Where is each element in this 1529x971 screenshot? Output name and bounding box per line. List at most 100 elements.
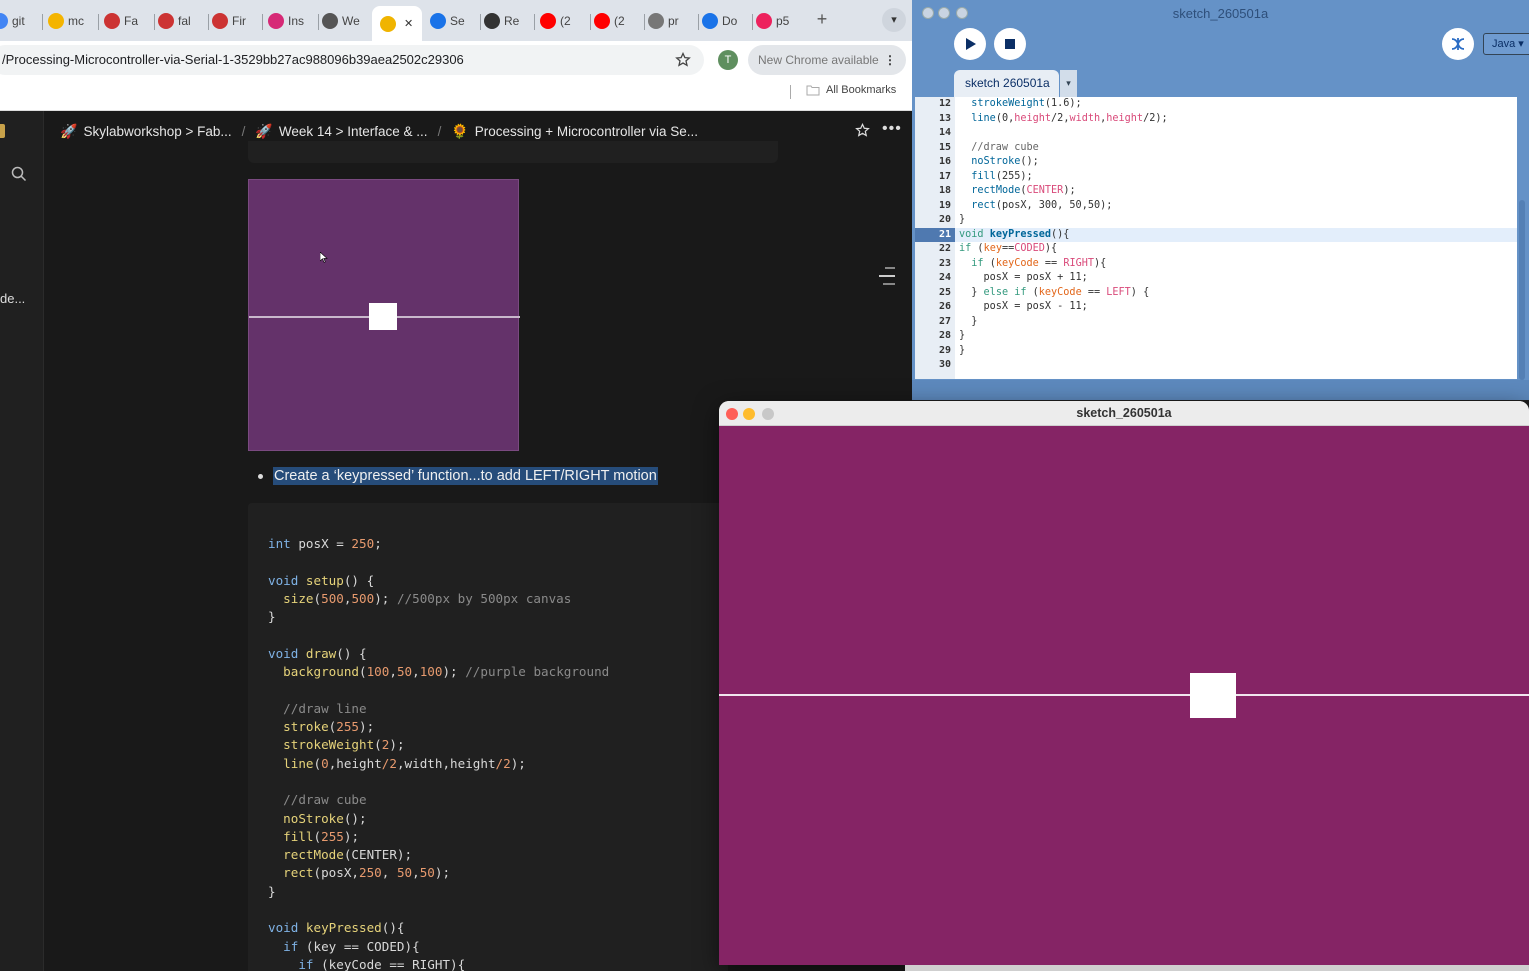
code-token: (keyCode == RIGHT){ bbox=[313, 956, 466, 971]
sidebar-page-snippet[interactable]: de... bbox=[0, 291, 25, 306]
code-line: rectMode(CENTER); bbox=[268, 847, 412, 862]
code-token: ); bbox=[434, 865, 451, 881]
breadcrumb-item[interactable]: 🚀 Week 14 > Interface & ... bbox=[255, 123, 427, 140]
browser-tab[interactable]: git bbox=[0, 8, 36, 34]
editor-code-line: rect(posX, 300, 50,50); bbox=[959, 200, 1112, 211]
table-of-contents-icon[interactable] bbox=[879, 267, 895, 285]
favicon-icon bbox=[322, 13, 338, 29]
tab-sketch[interactable]: sketch 260501a bbox=[954, 70, 1059, 97]
search-icon[interactable] bbox=[11, 166, 27, 182]
breadcrumb-separator: / bbox=[241, 124, 246, 139]
new-tab-button[interactable]: + bbox=[813, 10, 831, 28]
code-token: int bbox=[268, 536, 291, 551]
breadcrumb-item[interactable]: 🚀 Skylabworkshop > Fab... bbox=[60, 123, 232, 140]
tab-divider bbox=[590, 14, 591, 30]
line-number: 17 bbox=[938, 170, 951, 182]
code-line: strokeWeight(2); bbox=[268, 737, 404, 753]
star-icon[interactable] bbox=[675, 52, 691, 68]
code-line: if (key == CODED){ bbox=[268, 939, 420, 954]
editor-token: (); bbox=[1020, 156, 1039, 167]
code-token: 255 bbox=[336, 719, 360, 734]
code-token: setup bbox=[298, 572, 344, 588]
browser-tab[interactable]: Fir bbox=[212, 8, 256, 34]
bullet-text[interactable]: Create a ‘keypressed’ function...to add … bbox=[273, 467, 658, 485]
code-token: 250 bbox=[359, 865, 382, 881]
code-token: (CENTER); bbox=[343, 847, 413, 863]
address-bar[interactable]: /Processing-Microcontroller-via-Serial-1… bbox=[0, 45, 704, 75]
code-editor[interactable]: 12 13 14 15 16 17 18 19 20 21 22 23 24 25 26 27 28 29 30 s… bbox=[915, 97, 1517, 379]
tab-divider bbox=[480, 14, 481, 30]
minimize-window-button[interactable] bbox=[743, 408, 755, 420]
editor-token: } bbox=[959, 286, 984, 298]
editor-token: rect bbox=[971, 199, 996, 211]
browser-tab[interactable]: mc bbox=[48, 8, 92, 34]
window-scrollbar[interactable] bbox=[905, 965, 1529, 971]
editor-token: (255); bbox=[995, 170, 1033, 182]
editor-code-line: noStroke(); bbox=[959, 156, 1039, 167]
debug-button[interactable] bbox=[1442, 28, 1474, 60]
browser-tab[interactable]: (2 bbox=[594, 8, 638, 34]
code-token: ); bbox=[442, 664, 466, 680]
tab-divider bbox=[42, 14, 43, 30]
browser-tab[interactable]: Fa bbox=[104, 8, 148, 34]
sketch-canvas[interactable] bbox=[719, 426, 1529, 965]
editor-code-line: //draw cube bbox=[959, 142, 1038, 153]
editor-token: keyCode bbox=[1038, 286, 1082, 298]
code-line: fill(255); bbox=[268, 829, 359, 844]
browser-tab[interactable]: Se bbox=[430, 8, 474, 34]
favicon-icon bbox=[594, 13, 610, 29]
editor-code-line: void keyPressed(){ bbox=[959, 229, 1069, 240]
stop-button[interactable] bbox=[994, 28, 1026, 60]
browser-tab[interactable]: pr bbox=[648, 8, 692, 34]
favicon-icon bbox=[702, 13, 718, 29]
code-token: } bbox=[268, 883, 276, 899]
line-number: 20 bbox=[938, 214, 951, 225]
browser-tab[interactable]: fal bbox=[158, 8, 202, 34]
workspace-icon[interactable] bbox=[0, 124, 5, 138]
line-number: 22 bbox=[938, 243, 951, 254]
browser-tab[interactable]: Do bbox=[702, 8, 746, 34]
run-button[interactable] bbox=[954, 28, 986, 60]
tab-search-button[interactable]: ▾ bbox=[882, 8, 906, 32]
breadcrumb-item[interactable]: 🌻 Processing + Microcontroller via Se... bbox=[451, 123, 698, 140]
editor-token: (0, bbox=[995, 112, 1015, 124]
more-options-icon[interactable]: ••• bbox=[882, 120, 902, 138]
all-bookmarks-button[interactable]: All Bookmarks bbox=[806, 84, 896, 96]
chrome-update-button[interactable]: New Chrome available ⋮ bbox=[748, 45, 906, 75]
close-window-button[interactable] bbox=[726, 408, 738, 420]
code-token: 250 bbox=[343, 536, 375, 551]
avatar[interactable]: T bbox=[718, 50, 738, 70]
line-number: 27 bbox=[938, 315, 951, 327]
editor-token bbox=[959, 258, 971, 269]
browser-tab[interactable]: ✕ bbox=[372, 6, 422, 41]
editor-token: LEFT bbox=[1106, 286, 1131, 298]
browser-tab[interactable]: p5 bbox=[756, 8, 800, 34]
code-block[interactable]: int posX = 250; void setup() { size(500,5… bbox=[248, 503, 728, 971]
tab-label: Re bbox=[504, 14, 520, 28]
browser-tab[interactable]: We bbox=[322, 8, 366, 34]
code-token: fill bbox=[283, 828, 314, 844]
code-token: ( bbox=[374, 737, 382, 753]
close-tab-icon[interactable]: ✕ bbox=[404, 17, 413, 30]
browser-tab[interactable]: Re bbox=[484, 8, 528, 34]
editor-token: (posX, 300, 50,50); bbox=[995, 199, 1113, 211]
line-number: 15 bbox=[938, 141, 951, 153]
tab-menu-button[interactable]: ▾ bbox=[1060, 70, 1077, 97]
browser-tab[interactable]: (2 bbox=[540, 8, 584, 34]
favicon-icon bbox=[648, 13, 664, 29]
play-icon bbox=[966, 38, 976, 50]
editor-scrollbar[interactable] bbox=[1519, 200, 1525, 380]
code-token: 50 bbox=[396, 664, 413, 680]
code-token: /2 bbox=[495, 755, 511, 771]
code-token: 50 bbox=[396, 865, 413, 881]
zoom-window-button[interactable] bbox=[762, 408, 774, 420]
breadcrumb-separator: / bbox=[437, 124, 442, 139]
star-icon[interactable] bbox=[855, 123, 870, 138]
tab-divider bbox=[98, 14, 99, 30]
code-token: , bbox=[412, 664, 420, 680]
browser-tab[interactable]: Ins bbox=[268, 8, 312, 34]
mode-selector[interactable]: Java ▾ bbox=[1483, 33, 1529, 55]
mode-label: Java bbox=[1492, 38, 1516, 50]
tab-divider bbox=[644, 14, 645, 30]
